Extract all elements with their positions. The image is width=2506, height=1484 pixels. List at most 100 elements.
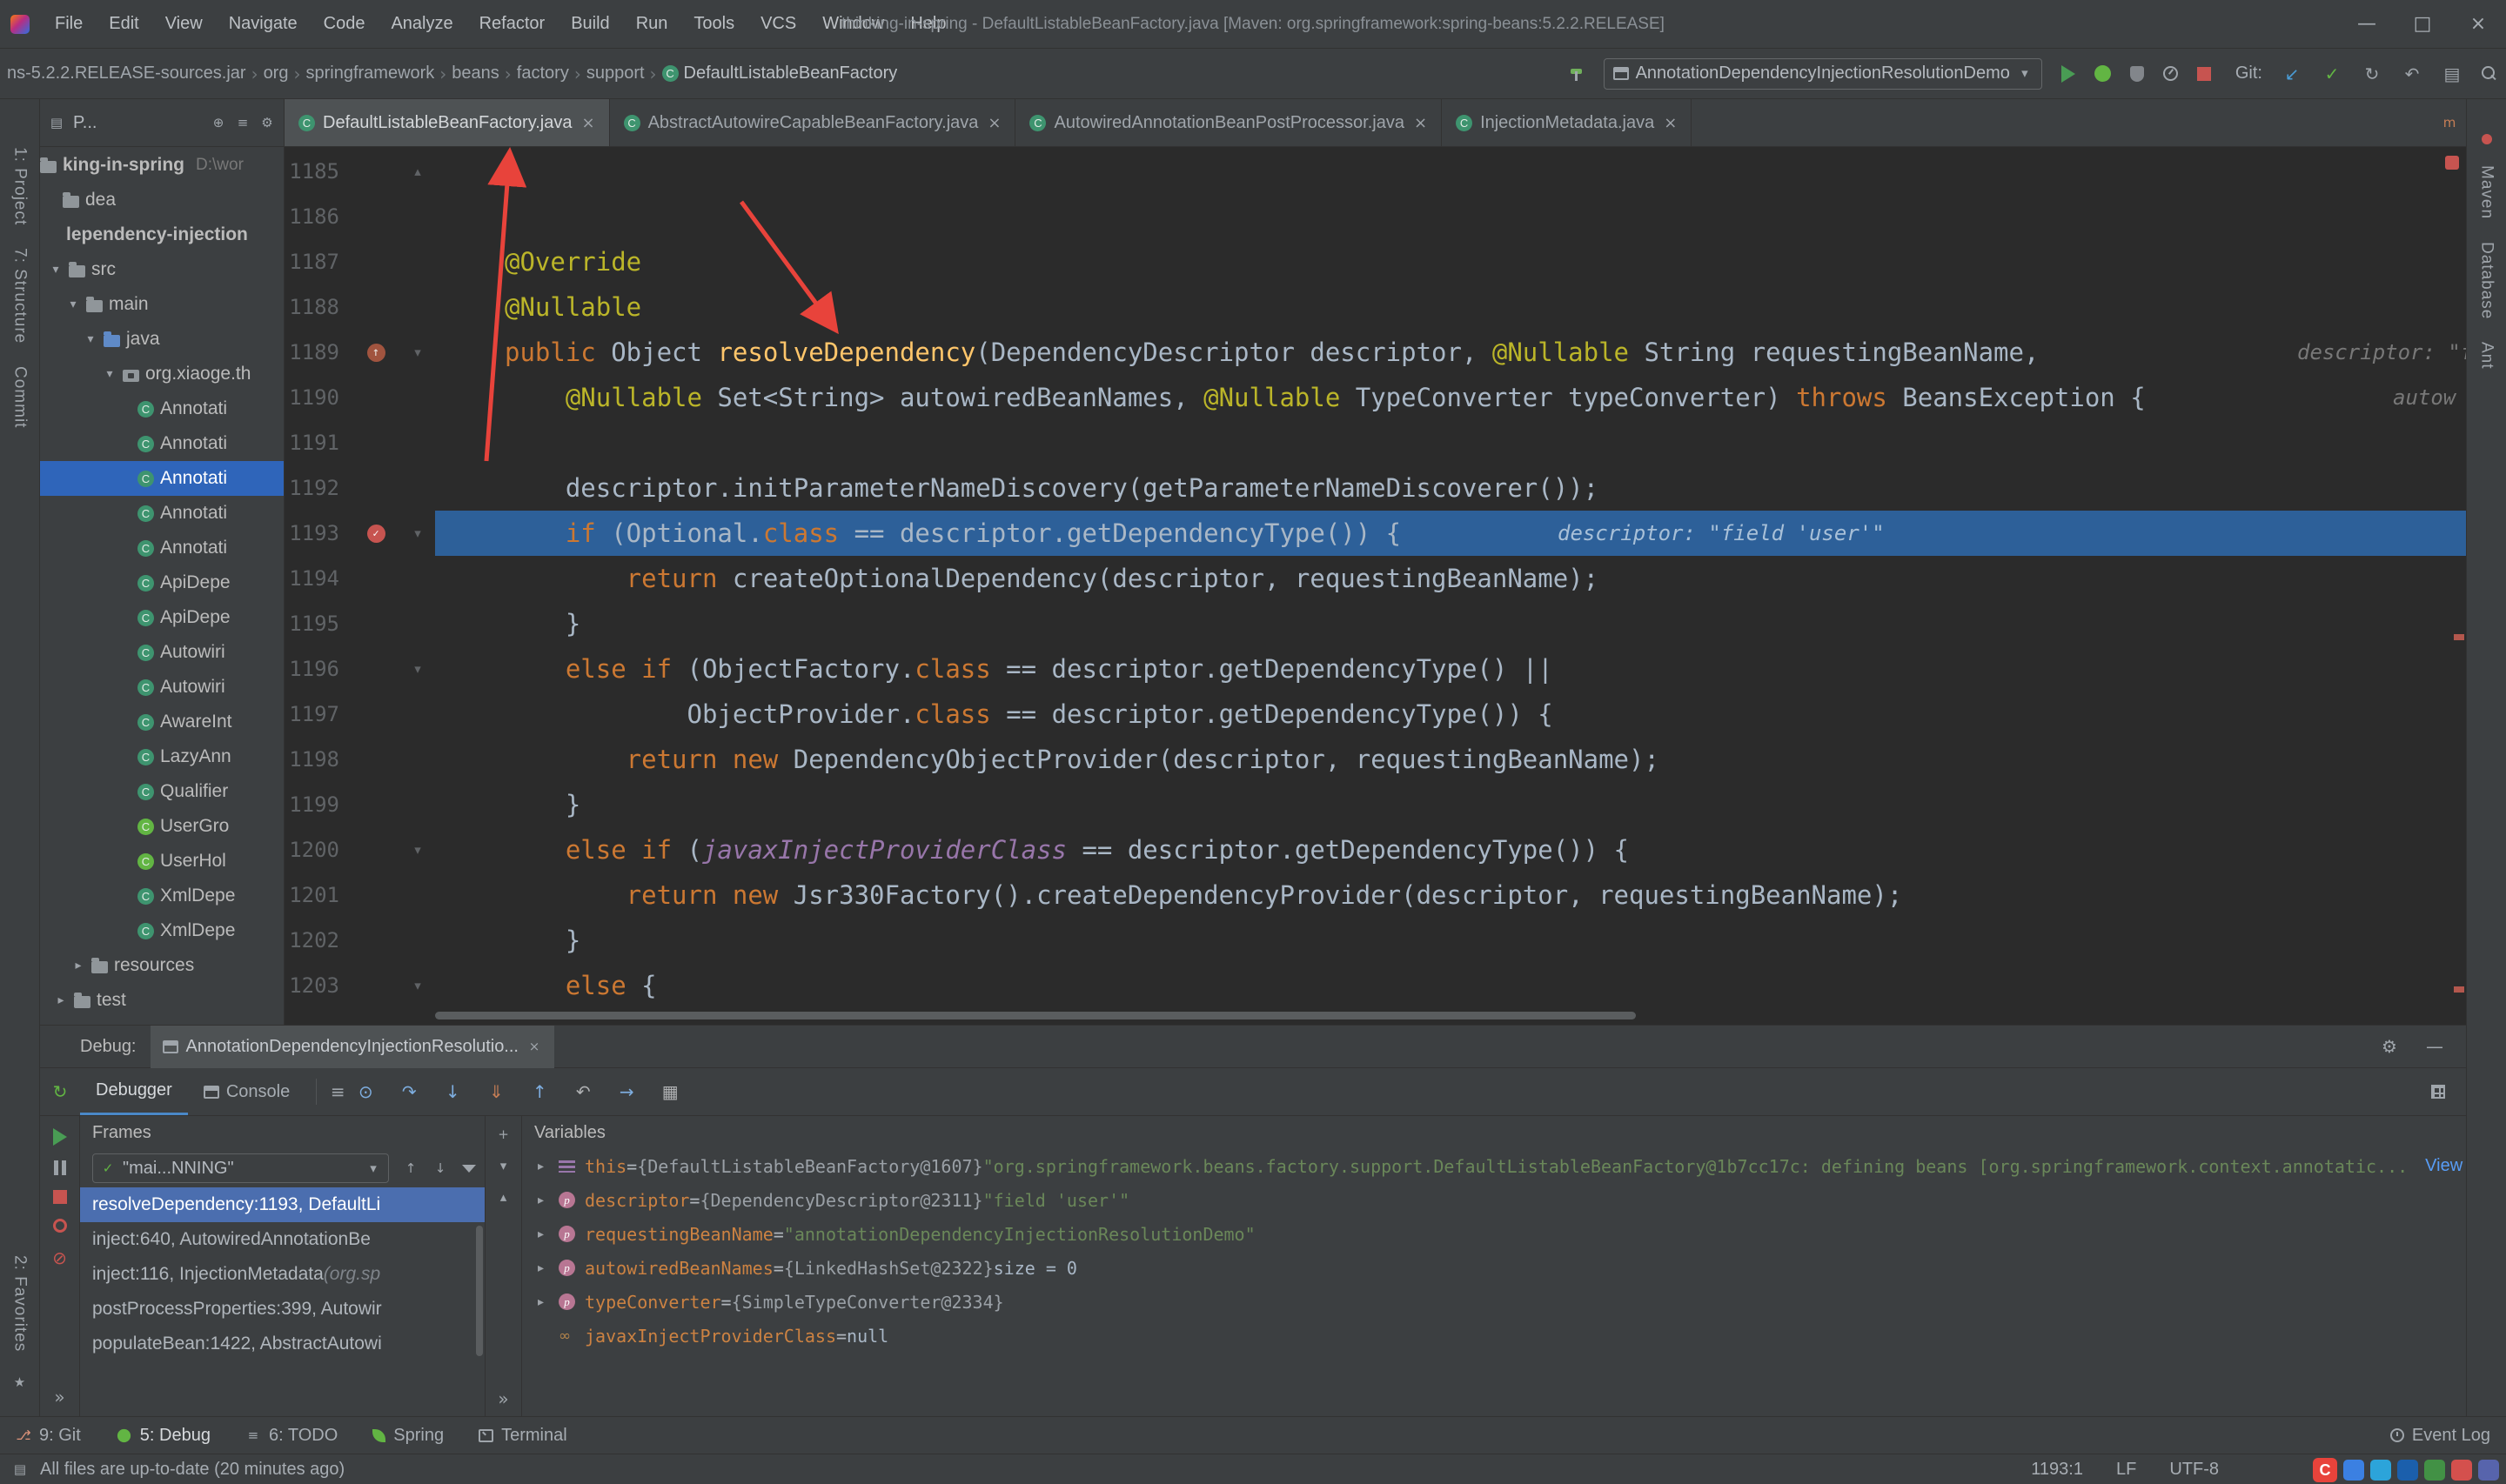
variable-row[interactable]: ▸ p typeConverter = {SimpleTypeConverter@2… — [522, 1285, 2466, 1319]
toolwindow-button-spring[interactable]: Spring — [372, 1426, 444, 1446]
favorites-star-icon[interactable]: ★ — [12, 1374, 28, 1390]
breadcrumb-item[interactable]: springframework — [302, 64, 438, 84]
gear-icon[interactable]: ⚙ — [259, 115, 275, 130]
step-out-icon[interactable]: ↑ — [529, 1081, 550, 1102]
tree-item[interactable]: C UserHol — [40, 844, 284, 879]
close-button[interactable]: × — [2450, 0, 2506, 48]
minimize-button[interactable]: — — [2339, 0, 2395, 48]
menu-code[interactable]: Code — [311, 0, 379, 48]
tool-stripe-project[interactable]: 1: Project — [10, 147, 30, 225]
expand-arrow-icon[interactable]: ▸ — [538, 1227, 559, 1241]
tool-stripe-commit[interactable]: Commit — [10, 366, 30, 428]
run-configuration-select[interactable]: AnnotationDependencyInjectionResolutionD… — [1603, 57, 2042, 90]
debug-button[interactable] — [2094, 65, 2111, 82]
tree-item[interactable]: lependency-injection — [40, 217, 284, 252]
tree-item[interactable]: C Qualifier — [40, 774, 284, 809]
horizontal-scrollbar[interactable] — [435, 1012, 1636, 1019]
editor-tab[interactable]: C AbstractAutowireCapableBeanFactory.java… — [610, 99, 1016, 146]
step-over-icon[interactable]: ↷ — [399, 1081, 419, 1102]
more-icon[interactable]: » — [493, 1388, 514, 1409]
stop-button[interactable] — [52, 1190, 67, 1204]
tree-item[interactable]: ▾ src — [40, 252, 284, 287]
variable-row[interactable]: ▸ p requestingBeanName = "annotationDepend… — [522, 1217, 2466, 1251]
menu-analyze[interactable]: Analyze — [378, 0, 466, 48]
tree-expanded-arrow-icon[interactable]: ▾ — [66, 297, 80, 311]
collapse-all-icon[interactable]: ≡ — [235, 115, 251, 130]
stop-button[interactable] — [2196, 66, 2211, 81]
coverage-button[interactable] — [2129, 65, 2144, 82]
variable-row[interactable]: ▸ p descriptor = {DependencyDescriptor@231… — [522, 1183, 2466, 1217]
tree-item[interactable]: C Annotati — [40, 426, 284, 461]
tool-stripe-maven[interactable]: Maven — [2477, 165, 2496, 219]
frame-item[interactable]: inject:640, AutowiredAnnotationBe — [80, 1222, 485, 1257]
view-link[interactable]: View — [2408, 1156, 2462, 1176]
debug-session-tab[interactable]: AnnotationDependencyInjectionResolutio..… — [150, 1025, 554, 1068]
tool-stripe-ant[interactable]: Ant — [2477, 342, 2496, 370]
menu-build[interactable]: Build — [558, 0, 622, 48]
chevron-down-icon[interactable]: ▾ — [496, 1158, 512, 1173]
code-editor[interactable]: 1185 ▴} 1186 1187 @Override 1188 @Nullable 1189… — [285, 147, 2466, 1025]
tree-expanded-arrow-icon[interactable]: ▾ — [103, 367, 117, 381]
debug-tab-console[interactable]: Console — [188, 1068, 305, 1115]
tree-item[interactable]: ▸ resources — [40, 948, 284, 983]
resume-button[interactable] — [52, 1128, 67, 1146]
editor-tab[interactable]: C DefaultListableBeanFactory.java × — [285, 99, 610, 146]
tree-item[interactable]: ▾ org.xiaoge.th — [40, 357, 284, 391]
step-into-icon[interactable]: ↓ — [442, 1081, 463, 1102]
tool-stripe-favorites[interactable]: 2: Favorites — [10, 1255, 30, 1352]
search-everywhere-icon[interactable] — [2482, 65, 2497, 82]
maximize-button[interactable]: □ — [2395, 0, 2450, 48]
tool-stripe-database[interactable]: Database — [2477, 242, 2496, 319]
vcs-rollback-icon[interactable]: ↶ — [2402, 64, 2422, 84]
fold-marker-icon[interactable]: ▾ — [400, 344, 435, 360]
override-marker-icon[interactable]: ↑ — [352, 343, 400, 362]
toolwindow-button-debug[interactable]: 5: Debug — [116, 1426, 211, 1446]
variable-row[interactable]: ∞ javaxInjectProviderClass = null — [522, 1319, 2466, 1353]
maven-icon[interactable]: m — [2442, 116, 2457, 131]
tree-item[interactable]: C Annotati — [40, 496, 284, 531]
more-icon[interactable]: » — [50, 1387, 70, 1407]
tree-item[interactable]: C ApiDepe — [40, 600, 284, 635]
variable-row[interactable]: ▸ p autowiredBeanNames = {LinkedHashSet@23… — [522, 1251, 2466, 1285]
tree-collapsed-arrow-icon[interactable]: ▸ — [54, 993, 68, 1007]
mute-breakpoints-icon[interactable]: ⊘ — [50, 1247, 70, 1268]
force-step-into-icon[interactable]: ⇓ — [486, 1081, 506, 1102]
tree-collapsed-arrow-icon[interactable]: ▸ — [71, 959, 85, 973]
breakpoint-icon[interactable]: ✓ — [352, 524, 400, 543]
layout-settings-icon[interactable]: ≡ — [327, 1081, 348, 1102]
close-icon[interactable]: × — [526, 1039, 542, 1054]
tree-item[interactable]: ▸ test — [40, 983, 284, 1018]
vcs-shelf-icon[interactable]: ▤ — [2442, 64, 2462, 84]
menu-view[interactable]: View — [152, 0, 216, 48]
frame-item[interactable]: postProcessProperties:399, Autowir — [80, 1292, 485, 1327]
menu-vcs[interactable]: VCS — [747, 0, 809, 48]
chevron-up-icon[interactable]: ▴ — [496, 1189, 512, 1205]
menu-run[interactable]: Run — [623, 0, 681, 48]
toolwindow-button-terminal[interactable]: Terminal — [479, 1426, 567, 1446]
expand-arrow-icon[interactable]: ▸ — [538, 1160, 559, 1173]
tree-item[interactable]: C Autowiri — [40, 670, 284, 705]
line-ending[interactable]: LF — [2116, 1460, 2136, 1480]
frame-item[interactable]: populateBean:1422, AbstractAutowi — [80, 1327, 485, 1361]
tree-item[interactable]: C AwareInt — [40, 705, 284, 739]
breadcrumb-item[interactable]: org — [260, 64, 292, 84]
file-encoding[interactable]: UTF-8 — [2169, 1460, 2219, 1480]
locate-file-icon[interactable]: ⊕ — [211, 115, 226, 130]
run-button[interactable] — [2060, 64, 2075, 83]
rerun-icon[interactable]: ↻ — [50, 1081, 70, 1102]
notification-badge[interactable] — [2481, 134, 2492, 144]
fold-marker-icon[interactable]: ▾ — [400, 978, 435, 993]
run-to-cursor-icon[interactable]: → — [616, 1081, 637, 1102]
filter-frames-icon[interactable] — [462, 1164, 476, 1173]
fold-marker-icon[interactable]: ▾ — [400, 842, 435, 858]
breadcrumb-item[interactable]: ns-5.2.2.RELEASE-sources.jar — [3, 64, 250, 84]
tree-item[interactable]: C LazyAnn — [40, 739, 284, 774]
vcs-commit-icon[interactable]: ✓ — [2322, 64, 2342, 84]
tree-item[interactable]: C Annotati — [40, 461, 284, 496]
debug-tab-debugger[interactable]: Debugger — [80, 1068, 188, 1115]
toolwindow-toggle-icon[interactable]: ▤ — [12, 1461, 28, 1477]
tree-item[interactable]: C Annotati — [40, 531, 284, 565]
breadcrumb-item[interactable]: factory — [513, 64, 573, 84]
tree-item[interactable]: C Annotati — [40, 391, 284, 426]
menu-refactor[interactable]: Refactor — [466, 0, 559, 48]
